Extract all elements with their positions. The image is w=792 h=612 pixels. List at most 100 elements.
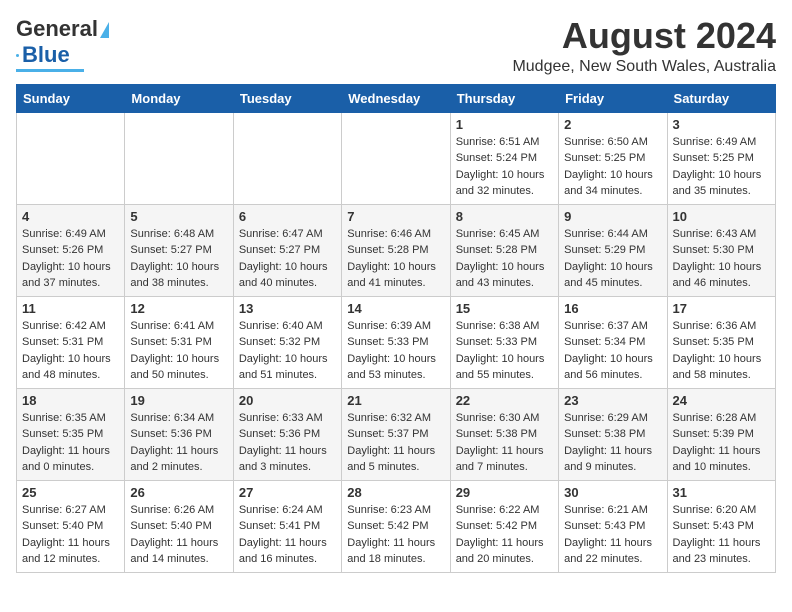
day-number: 12 [130,301,227,316]
week-row-4: 18 Sunrise: 6:35 AM Sunset: 5:35 PM Dayli… [17,388,776,480]
day-number: 10 [673,209,770,224]
day-number: 11 [22,301,119,316]
calendar-cell: 9 Sunrise: 6:44 AM Sunset: 5:29 PM Daylig… [559,204,667,296]
calendar-cell: 30Sunrise: 6:21 AM Sunset: 5:43 PM Dayli… [559,480,667,572]
week-row-5: 25 Sunrise: 6:27 AM Sunset: 5:40 PM Dayli… [17,480,776,572]
calendar-cell: 31 Sunrise: 6:20 AM Sunset: 5:43 PM Dayli… [667,480,775,572]
day-number: 17 [673,301,770,316]
day-header-monday: Monday [125,84,233,112]
day-number: 8 [456,209,553,224]
calendar-cell: 1 Sunrise: 6:51 AM Sunset: 5:24 PM Daylig… [450,112,558,204]
day-info: Sunrise: 6:20 AM Sunset: 5:43 PM Dayligh… [673,502,770,568]
day-number: 27 [239,485,336,500]
calendar-body: 1 Sunrise: 6:51 AM Sunset: 5:24 PM Daylig… [17,112,776,572]
page-subtitle: Mudgee, New South Wales, Australia [512,58,776,76]
day-info: Sunrise: 6:43 AM Sunset: 5:30 PM Dayligh… [673,226,770,292]
calendar-cell: 14Sunrise: 6:39 AM Sunset: 5:33 PM Dayli… [342,296,450,388]
day-number: 9 [564,209,661,224]
day-info: Sunrise: 6:38 AM Sunset: 5:33 PM Dayligh… [456,318,553,384]
day-info: Sunrise: 6:22 AM Sunset: 5:42 PM Dayligh… [456,502,553,568]
day-info: Sunrise: 6:34 AM Sunset: 5:36 PM Dayligh… [130,410,227,476]
day-info: Sunrise: 6:32 AM Sunset: 5:37 PM Dayligh… [347,410,444,476]
calendar-header-row: SundayMondayTuesdayWednesdayThursdayFrid… [17,84,776,112]
day-info: Sunrise: 6:42 AM Sunset: 5:31 PM Dayligh… [22,318,119,384]
logo-general: General [16,16,98,42]
day-number: 25 [22,485,119,500]
day-info: Sunrise: 6:27 AM Sunset: 5:40 PM Dayligh… [22,502,119,568]
calendar-cell: 6Sunrise: 6:47 AM Sunset: 5:27 PM Daylig… [233,204,341,296]
calendar-cell: 17Sunrise: 6:36 AM Sunset: 5:35 PM Dayli… [667,296,775,388]
page-title: August 2024 [512,16,776,56]
day-info: Sunrise: 6:24 AM Sunset: 5:41 PM Dayligh… [239,502,336,568]
day-number: 30 [564,485,661,500]
day-info: Sunrise: 6:30 AM Sunset: 5:38 PM Dayligh… [456,410,553,476]
calendar-cell: 13 Sunrise: 6:40 AM Sunset: 5:32 PM Dayli… [233,296,341,388]
calendar-cell: 7Sunrise: 6:46 AM Sunset: 5:28 PM Daylig… [342,204,450,296]
calendar-cell: 11 Sunrise: 6:42 AM Sunset: 5:31 PM Dayli… [17,296,125,388]
calendar-cell: 3 Sunrise: 6:49 AM Sunset: 5:25 PM Daylig… [667,112,775,204]
calendar-cell: 18 Sunrise: 6:35 AM Sunset: 5:35 PM Dayli… [17,388,125,480]
day-number: 5 [130,209,227,224]
calendar-cell: 4Sunrise: 6:49 AM Sunset: 5:26 PM Daylig… [17,204,125,296]
day-info: Sunrise: 6:29 AM Sunset: 5:38 PM Dayligh… [564,410,661,476]
day-number: 16 [564,301,661,316]
day-info: Sunrise: 6:49 AM Sunset: 5:25 PM Dayligh… [673,134,770,200]
day-header-tuesday: Tuesday [233,84,341,112]
calendar-cell: 22 Sunrise: 6:30 AM Sunset: 5:38 PM Dayli… [450,388,558,480]
day-info: Sunrise: 6:26 AM Sunset: 5:40 PM Dayligh… [130,502,227,568]
week-row-3: 11 Sunrise: 6:42 AM Sunset: 5:31 PM Dayli… [17,296,776,388]
day-number: 21 [347,393,444,408]
day-number: 31 [673,485,770,500]
day-info: Sunrise: 6:44 AM Sunset: 5:29 PM Dayligh… [564,226,661,292]
calendar-cell: 15 Sunrise: 6:38 AM Sunset: 5:33 PM Dayli… [450,296,558,388]
calendar-cell: 25 Sunrise: 6:27 AM Sunset: 5:40 PM Dayli… [17,480,125,572]
day-header-wednesday: Wednesday [342,84,450,112]
day-number: 19 [130,393,227,408]
day-number: 13 [239,301,336,316]
day-number: 2 [564,117,661,132]
day-info: Sunrise: 6:37 AM Sunset: 5:34 PM Dayligh… [564,318,661,384]
calendar-cell: 19 Sunrise: 6:34 AM Sunset: 5:36 PM Dayli… [125,388,233,480]
day-number: 22 [456,393,553,408]
day-header-thursday: Thursday [450,84,558,112]
calendar-cell: 29Sunrise: 6:22 AM Sunset: 5:42 PM Dayli… [450,480,558,572]
logo: General Blue [16,16,109,72]
title-area: August 2024 Mudgee, New South Wales, Aus… [512,16,776,76]
day-number: 26 [130,485,227,500]
day-number: 3 [673,117,770,132]
calendar-cell: 28Sunrise: 6:23 AM Sunset: 5:42 PM Dayli… [342,480,450,572]
day-info: Sunrise: 6:23 AM Sunset: 5:42 PM Dayligh… [347,502,444,568]
calendar-cell: 27 Sunrise: 6:24 AM Sunset: 5:41 PM Dayli… [233,480,341,572]
logo-blue: Blue [22,42,70,68]
day-info: Sunrise: 6:28 AM Sunset: 5:39 PM Dayligh… [673,410,770,476]
day-number: 1 [456,117,553,132]
calendar-cell: 20 Sunrise: 6:33 AM Sunset: 5:36 PM Dayli… [233,388,341,480]
day-info: Sunrise: 6:47 AM Sunset: 5:27 PM Dayligh… [239,226,336,292]
day-number: 18 [22,393,119,408]
day-info: Sunrise: 6:40 AM Sunset: 5:32 PM Dayligh… [239,318,336,384]
calendar-cell: 8 Sunrise: 6:45 AM Sunset: 5:28 PM Daylig… [450,204,558,296]
day-header-saturday: Saturday [667,84,775,112]
day-header-sunday: Sunday [17,84,125,112]
day-info: Sunrise: 6:33 AM Sunset: 5:36 PM Dayligh… [239,410,336,476]
week-row-2: 4Sunrise: 6:49 AM Sunset: 5:26 PM Daylig… [17,204,776,296]
day-number: 23 [564,393,661,408]
day-info: Sunrise: 6:51 AM Sunset: 5:24 PM Dayligh… [456,134,553,200]
calendar-cell [233,112,341,204]
day-info: Sunrise: 6:49 AM Sunset: 5:26 PM Dayligh… [22,226,119,292]
day-number: 20 [239,393,336,408]
calendar-cell: 12Sunrise: 6:41 AM Sunset: 5:31 PM Dayli… [125,296,233,388]
calendar-cell [125,112,233,204]
day-info: Sunrise: 6:48 AM Sunset: 5:27 PM Dayligh… [130,226,227,292]
calendar-table: SundayMondayTuesdayWednesdayThursdayFrid… [16,84,776,573]
calendar-cell: 23 Sunrise: 6:29 AM Sunset: 5:38 PM Dayli… [559,388,667,480]
calendar-cell: 24Sunrise: 6:28 AM Sunset: 5:39 PM Dayli… [667,388,775,480]
day-info: Sunrise: 6:45 AM Sunset: 5:28 PM Dayligh… [456,226,553,292]
day-info: Sunrise: 6:35 AM Sunset: 5:35 PM Dayligh… [22,410,119,476]
day-number: 15 [456,301,553,316]
day-number: 14 [347,301,444,316]
day-info: Sunrise: 6:50 AM Sunset: 5:25 PM Dayligh… [564,134,661,200]
calendar-cell: 10 Sunrise: 6:43 AM Sunset: 5:30 PM Dayli… [667,204,775,296]
day-info: Sunrise: 6:46 AM Sunset: 5:28 PM Dayligh… [347,226,444,292]
calendar-cell: 16 Sunrise: 6:37 AM Sunset: 5:34 PM Dayli… [559,296,667,388]
